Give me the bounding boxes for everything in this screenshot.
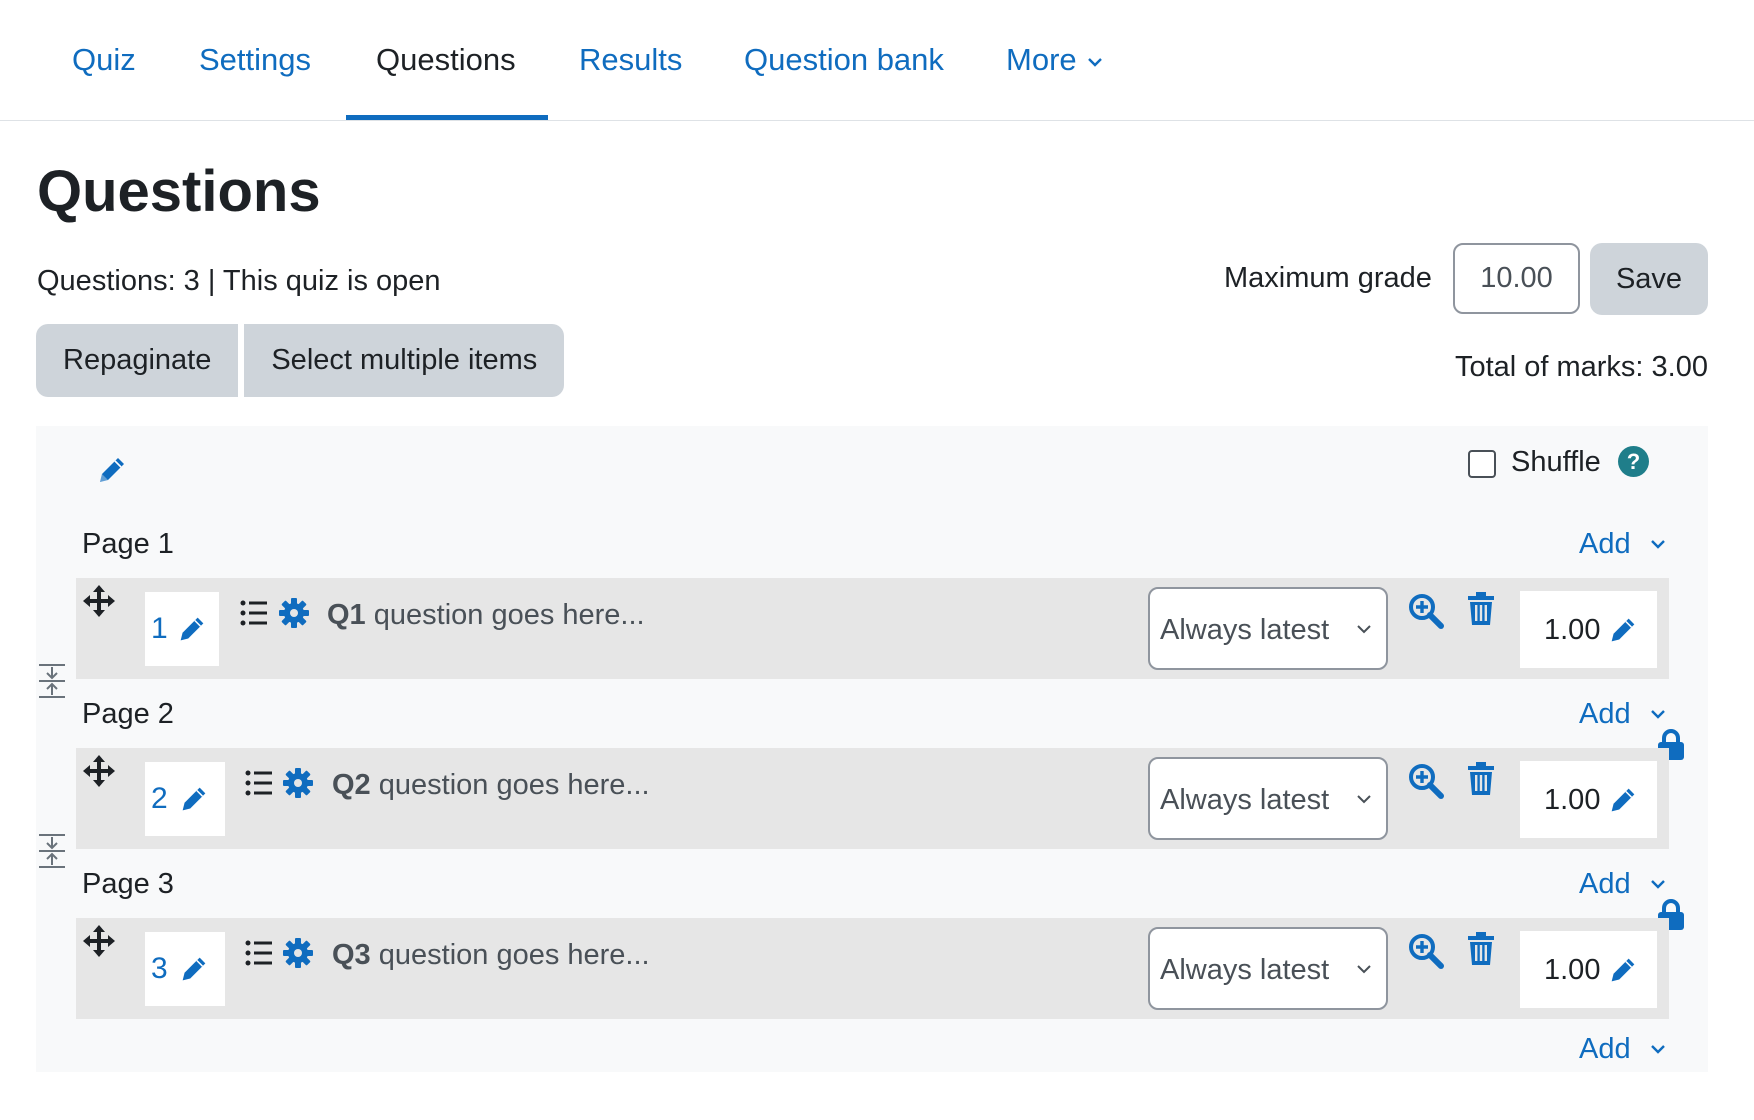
chevron-down-icon[interactable] — [1650, 708, 1666, 720]
section-add-link[interactable]: Add — [1579, 1030, 1631, 1068]
trash-icon[interactable] — [1467, 932, 1495, 966]
version-select-value: Always latest — [1160, 954, 1330, 986]
question-number[interactable]: 2 — [151, 780, 168, 818]
action-button-group: Repaginate Select multiple items — [36, 324, 565, 397]
question-slot-3: 3 Q3 question goes here... Always latest… — [76, 918, 1669, 1019]
version-select-value: Always latest — [1160, 784, 1330, 816]
version-select-value: Always latest — [1160, 614, 1330, 646]
quiz-status-info: Questions: 3 | This quiz is open — [37, 265, 441, 297]
question-number-box[interactable]: 1 — [145, 592, 219, 666]
question-mark[interactable]: 1.00 — [1544, 611, 1600, 649]
chevron-down-icon[interactable] — [1650, 1043, 1666, 1055]
question-mark[interactable]: 1.00 — [1544, 781, 1600, 819]
gear-icon[interactable] — [282, 937, 314, 969]
tab-more[interactable]: More — [1006, 40, 1103, 80]
chevron-down-icon[interactable] — [1650, 538, 1666, 550]
list-icon — [245, 770, 273, 796]
zoom-in-icon[interactable] — [1408, 763, 1444, 799]
pencil-icon[interactable] — [1606, 783, 1640, 817]
list-icon — [240, 600, 268, 626]
move-icon[interactable] — [82, 584, 116, 618]
pencil-icon[interactable] — [177, 952, 211, 986]
chevron-down-icon — [1087, 56, 1103, 68]
chevron-down-icon — [1356, 793, 1372, 805]
question-number[interactable]: 3 — [151, 950, 168, 988]
gear-icon[interactable] — [278, 597, 310, 629]
pencil-icon[interactable] — [1606, 613, 1640, 647]
secondary-navigation: Quiz Settings Questions Results Question… — [0, 0, 1754, 121]
tab-more-label: More — [1006, 42, 1077, 77]
question-text: question goes here... — [378, 939, 650, 971]
question-number-box[interactable]: 3 — [145, 932, 225, 1006]
page-break-icon[interactable] — [37, 834, 67, 868]
mark-box[interactable]: 1.00 — [1520, 931, 1657, 1008]
zoom-in-icon[interactable] — [1408, 593, 1444, 629]
total-of-marks: Total of marks: 3.00 — [1454, 351, 1708, 383]
page-3-add-link[interactable]: Add — [1579, 865, 1631, 903]
mark-box[interactable]: 1.00 — [1520, 761, 1657, 838]
pencil-icon[interactable] — [175, 612, 209, 646]
list-icon — [245, 940, 273, 966]
page-2-label: Page 2 — [82, 698, 174, 730]
question-name: Q1 — [327, 599, 366, 631]
gear-icon[interactable] — [282, 767, 314, 799]
pencil-icon[interactable] — [177, 782, 211, 816]
shuffle-checkbox[interactable] — [1468, 450, 1496, 478]
active-tab-indicator — [346, 115, 548, 120]
page-title: Questions — [37, 159, 321, 224]
question-title: Q2 question goes here... — [332, 766, 650, 804]
question-number[interactable]: 1 — [151, 610, 168, 648]
zoom-in-icon[interactable] — [1408, 933, 1444, 969]
question-number-box[interactable]: 2 — [145, 762, 225, 836]
save-button[interactable]: Save — [1590, 243, 1708, 315]
page-3-label: Page 3 — [82, 868, 174, 900]
tab-results[interactable]: Results — [579, 40, 682, 80]
chevron-down-icon[interactable] — [1650, 878, 1666, 890]
maximum-grade-input[interactable] — [1453, 243, 1580, 314]
maximum-grade-label: Maximum grade — [1224, 262, 1432, 294]
question-text: question goes here... — [378, 769, 650, 801]
mark-box[interactable]: 1.00 — [1520, 591, 1657, 668]
select-multiple-items-button[interactable]: Select multiple items — [244, 324, 565, 397]
chevron-down-icon — [1356, 623, 1372, 635]
move-icon[interactable] — [82, 754, 116, 788]
repaginate-button[interactable]: Repaginate — [36, 324, 239, 397]
question-title: Q1 question goes here... — [327, 596, 645, 634]
pencil-icon[interactable] — [1606, 953, 1640, 987]
question-name: Q3 — [332, 939, 371, 971]
question-name: Q2 — [332, 769, 371, 801]
move-icon[interactable] — [82, 924, 116, 958]
page-break-icon[interactable] — [37, 664, 67, 698]
trash-icon[interactable] — [1467, 762, 1495, 796]
help-icon[interactable]: ? — [1618, 446, 1649, 477]
version-select[interactable]: Always latest — [1148, 927, 1388, 1010]
question-mark[interactable]: 1.00 — [1544, 951, 1600, 989]
version-select[interactable]: Always latest — [1148, 587, 1388, 670]
tab-quiz[interactable]: Quiz — [72, 40, 136, 80]
question-slot-2: 2 Q2 question goes here... Always latest… — [76, 748, 1669, 849]
question-text: question goes here... — [373, 599, 645, 631]
trash-icon[interactable] — [1467, 592, 1495, 626]
question-title: Q3 question goes here... — [332, 936, 650, 974]
page-1-label: Page 1 — [82, 528, 174, 560]
tab-question-bank[interactable]: Question bank — [744, 40, 944, 80]
tab-settings[interactable]: Settings — [199, 40, 311, 80]
pencil-icon[interactable] — [94, 452, 130, 488]
page-1-add-link[interactable]: Add — [1579, 525, 1631, 563]
version-select[interactable]: Always latest — [1148, 757, 1388, 840]
question-slot-1: 1 Q1 question goes here... Always latest… — [76, 578, 1669, 679]
chevron-down-icon — [1356, 963, 1372, 975]
page-2-add-link[interactable]: Add — [1579, 695, 1631, 733]
shuffle-label: Shuffle — [1511, 446, 1601, 478]
tab-questions[interactable]: Questions — [376, 40, 516, 80]
